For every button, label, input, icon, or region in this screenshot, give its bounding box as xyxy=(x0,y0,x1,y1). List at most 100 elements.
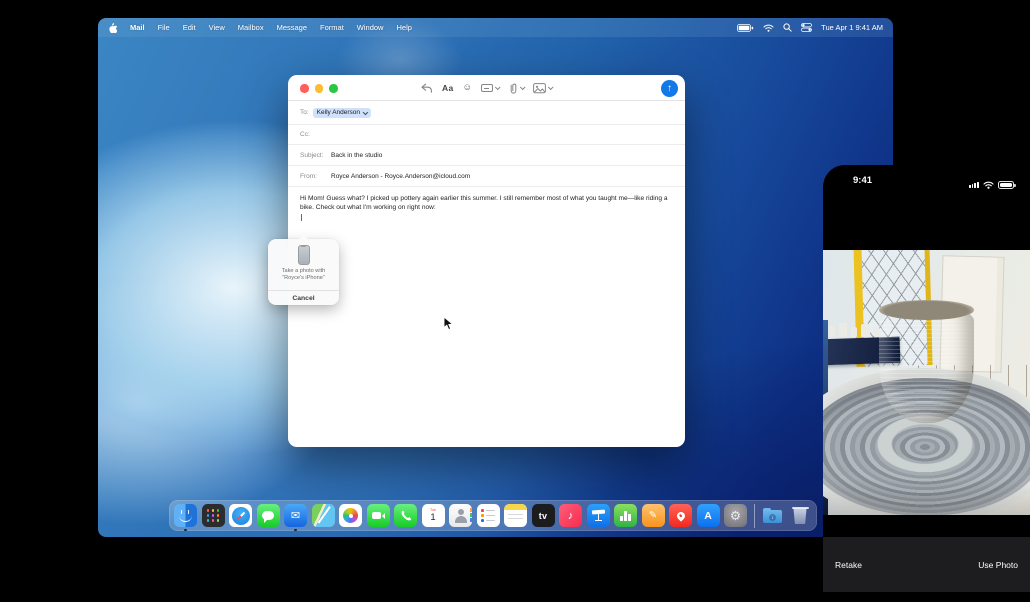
dock-facetime-icon[interactable] xyxy=(367,504,390,527)
appstore-letter: A xyxy=(704,510,712,522)
battery-icon[interactable] xyxy=(737,24,754,32)
iphone-screen: 9:41 Retake U xyxy=(823,165,1030,602)
photo-icon xyxy=(533,83,546,94)
dock-reminders-icon[interactable] xyxy=(477,504,500,527)
emoji-button[interactable]: ☺ xyxy=(462,83,472,93)
recipient-token[interactable]: Kelly Anderson xyxy=(313,108,371,118)
dock-notes-icon[interactable] xyxy=(504,504,527,527)
cc-field-row[interactable]: Cc: xyxy=(288,125,685,145)
pen-icon: ✎ xyxy=(649,510,657,521)
menu-item-message[interactable]: Message xyxy=(277,23,307,32)
mouse-cursor xyxy=(443,316,454,336)
popover-line1: Take a photo with xyxy=(268,268,339,275)
message-body[interactable]: Hi Mom! Guess what? I picked up pottery … xyxy=(288,187,685,221)
from-label: From: xyxy=(300,173,327,180)
control-center-icon[interactable] xyxy=(801,23,812,32)
minimize-button[interactable] xyxy=(315,84,324,93)
mail-compose-window: Aa ☺ ↑ To: Kelly Anderso xyxy=(288,75,685,447)
dock-mail-icon[interactable]: ✉ xyxy=(284,504,307,527)
iphone-device-icon xyxy=(298,245,310,265)
to-field-row[interactable]: To: Kelly Anderson xyxy=(288,101,685,125)
ceramic-vase xyxy=(861,324,870,337)
menu-item-view[interactable]: View xyxy=(209,23,225,32)
safari-compass xyxy=(232,507,250,525)
menu-item-mailbox[interactable]: Mailbox xyxy=(238,23,264,32)
send-button[interactable]: ↑ xyxy=(661,80,678,97)
photos-flower-icon xyxy=(343,508,358,523)
zoom-button[interactable] xyxy=(329,84,338,93)
clay-bowl xyxy=(879,305,974,423)
popover-line2: “Royce's iPhone” xyxy=(268,275,339,282)
chevron-down-icon xyxy=(520,84,526,90)
dock-trash-icon[interactable] xyxy=(789,504,812,527)
from-field-row[interactable]: From: Royce Anderson - Royce.Anderson@ic… xyxy=(288,166,685,187)
dock-launchpad-icon[interactable] xyxy=(202,504,225,527)
format-button[interactable]: Aa xyxy=(442,83,453,93)
use-photo-button[interactable]: Use Photo xyxy=(978,560,1018,570)
retake-button[interactable]: Retake xyxy=(835,560,862,570)
dock: ✉ Tue1 tv ♪ ✎ A ⚙ ↓ xyxy=(169,500,817,531)
dock-finder-icon[interactable] xyxy=(174,504,197,527)
music-note-icon: ♪ xyxy=(568,510,574,522)
dock-settings-icon[interactable]: ⚙ xyxy=(724,504,747,527)
dock-safari-icon[interactable] xyxy=(229,504,252,527)
keynote-lectern xyxy=(595,520,602,522)
calendar-day: 1 xyxy=(430,513,435,523)
dock-phone-icon[interactable] xyxy=(394,504,417,527)
tv-label: tv xyxy=(539,511,548,521)
wifi-icon xyxy=(983,176,994,194)
contacts-tab xyxy=(470,508,472,512)
apple-menu-icon[interactable] xyxy=(108,22,117,33)
menu-item-window[interactable]: Window xyxy=(357,23,384,32)
menu-item-file[interactable]: File xyxy=(158,23,170,32)
dock-numbers-icon[interactable] xyxy=(614,504,637,527)
dock-tv-icon[interactable]: tv xyxy=(532,504,555,527)
notes-line xyxy=(508,514,523,515)
subject-label: Subject: xyxy=(300,152,327,159)
send-arrow-icon: ↑ xyxy=(667,83,672,94)
chevron-down-icon xyxy=(363,109,368,114)
menu-bar: Mail File Edit View Mailbox Message Form… xyxy=(98,18,893,37)
dock-separator xyxy=(754,504,755,528)
dock-contacts-icon[interactable] xyxy=(449,504,472,527)
dock-photos-icon[interactable] xyxy=(339,504,362,527)
wifi-icon[interactable] xyxy=(763,24,774,32)
spotlight-search-icon[interactable] xyxy=(783,23,792,32)
speech-bubble-icon xyxy=(262,511,274,520)
dock-keynote-icon[interactable] xyxy=(587,504,610,527)
header-fields-icon xyxy=(481,84,493,92)
cancel-button[interactable]: Cancel xyxy=(268,290,339,305)
dock-pages-icon[interactable]: ✎ xyxy=(642,504,665,527)
dock-downloads-icon[interactable]: ↓ xyxy=(761,504,784,527)
chevron-down-icon xyxy=(495,84,501,90)
menu-item-edit[interactable]: Edit xyxy=(183,23,196,32)
menu-item-format[interactable]: Format xyxy=(320,23,344,32)
menu-item-mail[interactable]: Mail xyxy=(130,23,145,32)
phone-handset-icon xyxy=(399,509,412,522)
iphone-clock: 9:41 xyxy=(853,175,872,186)
take-photo-popover: Take a photo with “Royce's iPhone” Cance… xyxy=(268,239,339,305)
bar-chart-icon xyxy=(620,511,632,521)
dock-appstore-icon[interactable]: A xyxy=(697,504,720,527)
dock-maps-icon[interactable] xyxy=(312,504,335,527)
ceramic-vase xyxy=(851,327,857,337)
dock-messages-icon[interactable] xyxy=(257,504,280,527)
dock-calendar-icon[interactable]: Tue1 xyxy=(422,504,445,527)
close-button[interactable] xyxy=(300,84,309,93)
menu-clock[interactable]: Tue Apr 1 9:41 AM xyxy=(821,23,883,32)
trash-bin xyxy=(793,508,808,524)
video-camera-icon xyxy=(372,512,381,519)
attach-button[interactable] xyxy=(508,82,524,95)
macos-desktop: Mail File Edit View Mailbox Message Form… xyxy=(98,18,893,537)
ceramic-vase xyxy=(829,326,835,337)
subject-field-row[interactable]: Subject: Back in the studio xyxy=(288,145,685,166)
maps-road xyxy=(317,506,330,523)
text-cursor xyxy=(301,214,302,221)
header-fields-button[interactable] xyxy=(481,84,499,92)
dock-rocket-icon[interactable] xyxy=(669,504,692,527)
menu-item-help[interactable]: Help xyxy=(396,23,411,32)
insert-photo-button[interactable] xyxy=(533,83,552,94)
dock-music-icon[interactable]: ♪ xyxy=(559,504,582,527)
undo-button[interactable] xyxy=(420,83,433,94)
paperclip-icon xyxy=(508,82,518,95)
